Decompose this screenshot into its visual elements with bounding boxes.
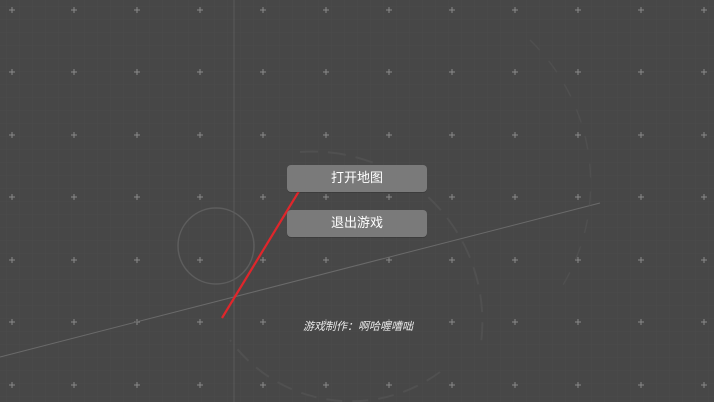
- open-map-button[interactable]: 打开地图: [287, 165, 427, 192]
- background-grid: [0, 0, 714, 402]
- game-title-screen: 打开地图 退出游戏 游戏制作：啊哈喔嘈咄: [0, 0, 714, 402]
- credits-text: 游戏制作：啊哈喔嘈咄: [303, 320, 413, 333]
- quit-game-button[interactable]: 退出游戏: [287, 210, 427, 237]
